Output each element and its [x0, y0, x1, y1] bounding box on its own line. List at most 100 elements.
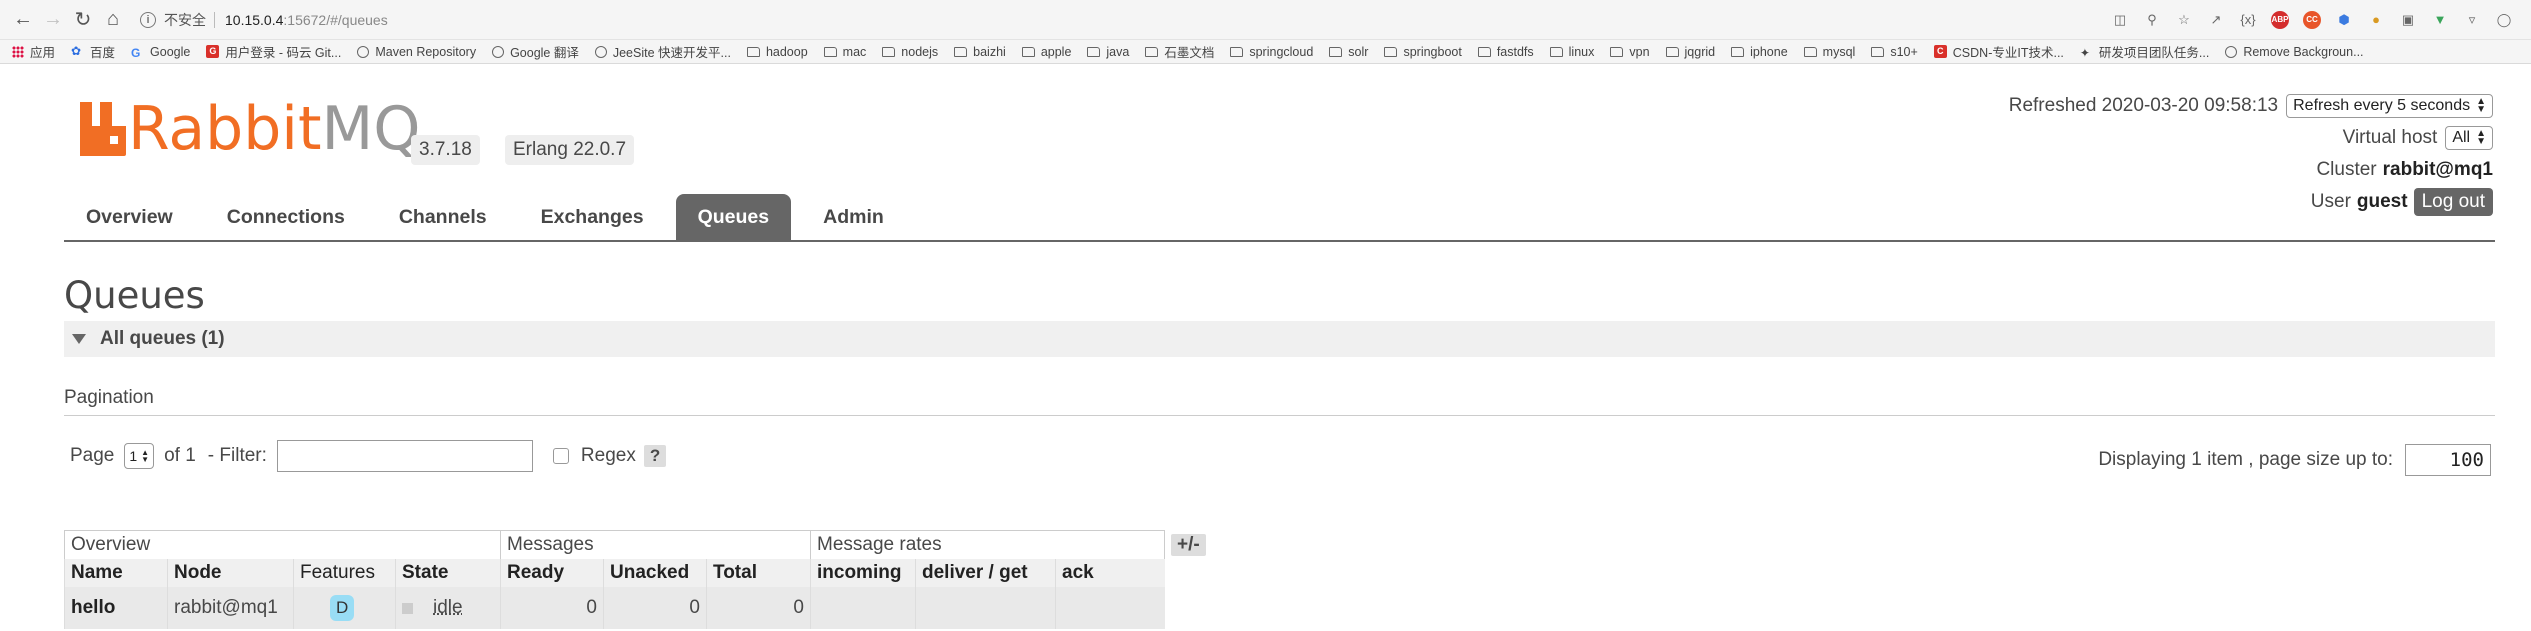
bookmark-google-translate[interactable]: Google 翻译	[492, 42, 579, 61]
vhost-select[interactable]: All ▲ ▼	[2445, 126, 2493, 150]
home-icon[interactable]: ⌂	[98, 5, 128, 35]
extension-bulb-icon[interactable]: ●	[2367, 11, 2385, 29]
bookmark-label: fastdfs	[1496, 44, 1534, 59]
col-ready[interactable]: Ready	[500, 558, 604, 587]
col-total[interactable]: Total	[706, 558, 811, 587]
insecure-label: 不安全	[164, 11, 206, 28]
bookmark-remove-bg[interactable]: Remove Backgroun...	[2225, 45, 2364, 59]
extension-image-icon[interactable]: ▣	[2399, 11, 2417, 29]
queue-name-link[interactable]: hello	[64, 586, 168, 629]
rabbitmq-logo[interactable]: RabbitMQ TM	[80, 99, 434, 159]
bookmark-folder[interactable]: baizhi	[954, 45, 1006, 59]
globe-icon	[2225, 45, 2238, 58]
col-deliver-get[interactable]: deliver / get	[915, 558, 1056, 587]
bookmark-label: linux	[1568, 44, 1595, 59]
updown-arrow-icon: ▲ ▼	[2476, 128, 2486, 147]
table-column-header: Name Node Features State Ready Unacked T…	[64, 558, 1213, 587]
bookmark-teambition[interactable]: ✦ 研发项目团队任务...	[2080, 42, 2209, 61]
bookmark-folder[interactable]: hadoop	[746, 45, 808, 59]
extension-abp-icon[interactable]: ABP	[2271, 10, 2289, 29]
queues-table: Overview Messages Message rates +/- Name…	[64, 530, 1213, 629]
bookmark-folder[interactable]: mac	[823, 45, 866, 59]
zoom-icon[interactable]: ⚲	[2143, 11, 2161, 29]
help-button[interactable]: ?	[643, 445, 667, 467]
reload-icon[interactable]: ↻	[68, 5, 98, 35]
bookmark-jeesite[interactable]: JeeSite 快速开发平...	[594, 42, 731, 61]
tab-queues[interactable]: Queues	[675, 194, 792, 240]
bookmark-folder[interactable]: s10+	[1871, 45, 1918, 59]
address-bar[interactable]: i 不安全 10.15.0.4:15672/#/queues	[134, 5, 2111, 35]
tab-overview[interactable]: Overview	[64, 194, 195, 240]
bookmark-baidu[interactable]: ✿ 百度	[71, 42, 115, 61]
col-state[interactable]: State	[395, 558, 501, 587]
tab-channels[interactable]: Channels	[377, 194, 509, 240]
bookmark-folder[interactable]: java	[1087, 45, 1129, 59]
extension-chart-icon[interactable]: ↗	[2207, 11, 2225, 29]
bookmark-label: baizhi	[973, 44, 1006, 59]
bookmark-label: 研发项目团队任务...	[2098, 46, 2210, 60]
bookmark-folder[interactable]: linux	[1549, 44, 1595, 59]
bookmark-google[interactable]: G Google	[131, 45, 190, 60]
bookmark-folder[interactable]: springcloud	[1230, 45, 1313, 59]
translate-icon[interactable]: ◫	[2111, 11, 2129, 29]
col-incoming[interactable]: incoming	[810, 558, 916, 587]
bookmark-folder[interactable]: 石墨文档	[1145, 42, 1214, 61]
page-size-input[interactable]: 100	[2405, 444, 2491, 476]
forward-icon[interactable]: →	[38, 5, 68, 35]
info-icon[interactable]: i	[140, 11, 156, 28]
pagination-heading: Pagination	[64, 387, 2495, 416]
bookmark-folder[interactable]: vpn	[1610, 45, 1650, 59]
gitee-icon: G	[206, 45, 220, 58]
bookmark-gitee[interactable]: G 用户登录 - 码云 Git...	[206, 42, 341, 61]
extension-cc-icon[interactable]: CC	[2303, 10, 2321, 29]
app-header: RabbitMQ TM 3.7.18 Erlang 22.0.7 Refresh…	[64, 64, 2495, 216]
bookmark-apps[interactable]: 应用	[12, 42, 55, 61]
queue-deliver-get	[915, 586, 1056, 629]
col-name[interactable]: Name	[64, 558, 168, 587]
bookmark-folder[interactable]: iphone	[1731, 45, 1788, 59]
filter-label: - Filter:	[207, 445, 267, 466]
tab-exchanges[interactable]: Exchanges	[519, 194, 666, 240]
page-count: of 1	[164, 445, 196, 466]
queue-node: rabbit@mq1	[167, 586, 294, 629]
bookmark-folder[interactable]: jqgrid	[1665, 45, 1715, 59]
bookmark-maven[interactable]: Maven Repository	[357, 45, 476, 59]
bookmark-label: java	[1106, 44, 1130, 59]
extension-vue-icon[interactable]: ▼	[2431, 11, 2449, 29]
bookmark-folder[interactable]: fastdfs	[1477, 44, 1534, 59]
bookmark-folder[interactable]: springboot	[1384, 45, 1462, 59]
extension-json-icon[interactable]: {x}	[2239, 11, 2257, 29]
back-icon[interactable]: ←	[8, 5, 38, 35]
tab-connections[interactable]: Connections	[205, 194, 367, 240]
col-ack[interactable]: ack	[1055, 558, 1165, 587]
vhost-label: Virtual host	[2342, 127, 2438, 148]
col-unacked[interactable]: Unacked	[603, 558, 707, 587]
page-title: Queues	[64, 274, 205, 317]
bookmark-folder[interactable]: solr	[1329, 45, 1368, 59]
all-queues-section-toggle[interactable]: All queues (1)	[64, 321, 2495, 357]
extension-filter-icon[interactable]: ▿	[2463, 11, 2481, 29]
bookmark-label: JeeSite 快速开发平...	[612, 46, 731, 60]
extension-shield-icon[interactable]: ⬢	[2335, 11, 2353, 29]
page-select-value: 1	[129, 448, 138, 464]
filter-input[interactable]	[276, 440, 533, 472]
divider	[214, 11, 215, 28]
folder-icon	[1871, 46, 1885, 57]
page-select[interactable]: 1 ▲ ▼	[124, 443, 155, 469]
refresh-interval-select[interactable]: Refresh every 5 seconds ▲ ▼	[2286, 94, 2493, 118]
bookmark-csdn[interactable]: C CSDN-专业IT技术...	[1933, 42, 2064, 61]
bookmark-folder[interactable]: mysql	[1803, 44, 1856, 59]
columns-toggle-button[interactable]: +/-	[1171, 533, 1206, 556]
bookmark-label: 石墨文档	[1164, 46, 1215, 60]
group-messages: Messages	[500, 530, 811, 559]
bookmark-folder[interactable]: nodejs	[882, 45, 938, 59]
profile-avatar-icon[interactable]: ◯	[2495, 11, 2513, 29]
bookmark-star-icon[interactable]: ☆	[2175, 11, 2193, 29]
col-node[interactable]: Node	[167, 558, 294, 587]
globe-icon	[594, 45, 607, 58]
regex-checkbox[interactable]	[552, 448, 569, 464]
tab-admin[interactable]: Admin	[801, 194, 906, 240]
bookmark-label: mysql	[1822, 44, 1856, 59]
collapse-triangle-icon	[72, 334, 86, 344]
bookmark-folder[interactable]: apple	[1021, 45, 1071, 59]
